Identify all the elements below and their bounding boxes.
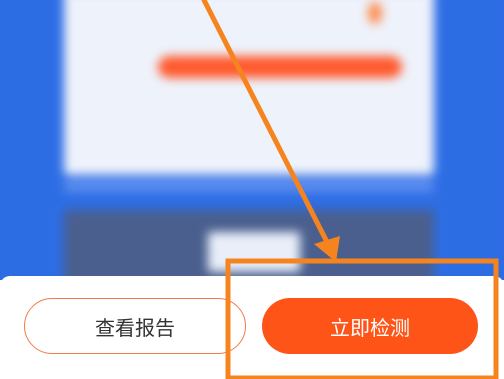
preview-light-box [208, 232, 300, 272]
preview-content [0, 0, 504, 280]
preview-spot [368, 2, 382, 24]
view-report-button[interactable]: 查看报告 [24, 298, 246, 354]
blurred-app-preview [0, 0, 504, 280]
bottom-action-bar: 查看报告 立即检测 [0, 276, 504, 379]
preview-stripe [64, 180, 434, 192]
preview-card [64, 0, 434, 175]
detect-now-button[interactable]: 立即检测 [262, 298, 478, 354]
preview-pill [158, 56, 402, 78]
